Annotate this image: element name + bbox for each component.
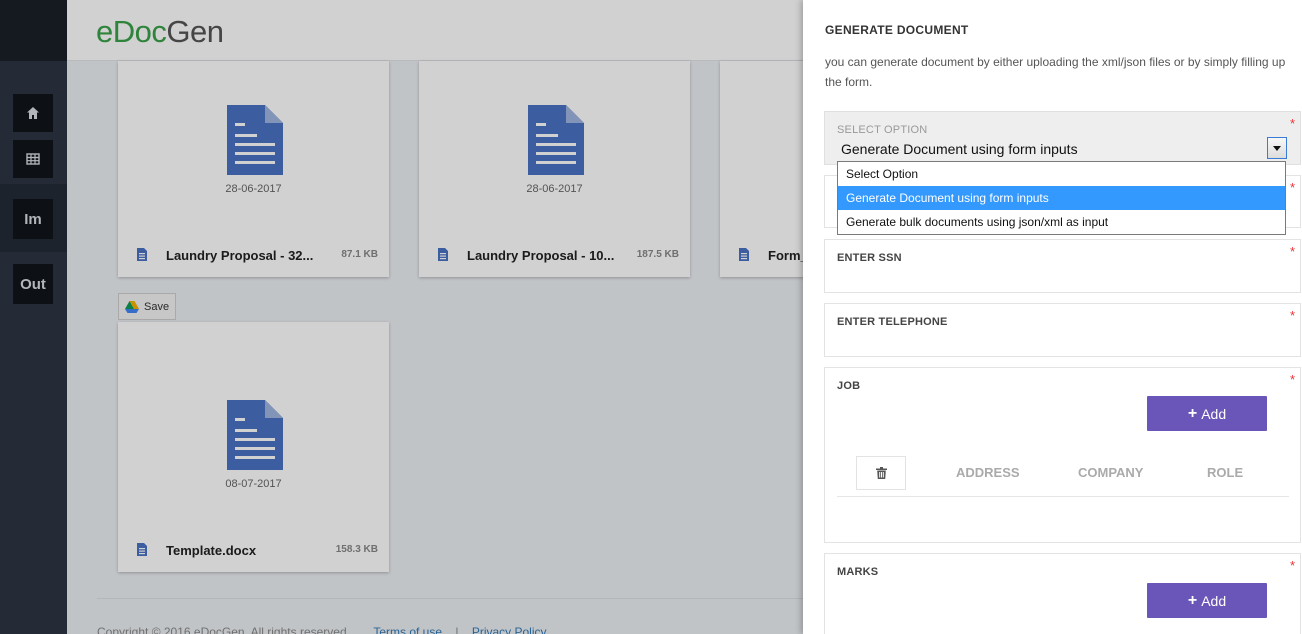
plus-icon: + (1187, 591, 1198, 609)
column-header-address: ADDRESS (956, 465, 1020, 480)
add-marks-button[interactable]: + Add (1147, 583, 1267, 618)
trash-icon (875, 467, 887, 479)
select-option-field[interactable]: SELECT OPTION * Generate Document using … (824, 111, 1301, 165)
chevron-down-icon (1273, 145, 1281, 151)
modal-backdrop[interactable] (0, 0, 803, 634)
required-marker: * (1289, 180, 1295, 195)
required-marker: * (1289, 558, 1295, 573)
dropdown-option[interactable]: Select Option (838, 162, 1285, 186)
telephone-field[interactable]: ENTER TELEPHONE * (824, 303, 1301, 357)
panel-description: you can generate document by either uplo… (825, 55, 1286, 89)
dropdown-option-selected[interactable]: Generate Document using form inputs (838, 186, 1285, 210)
panel-title: GENERATE DOCUMENT (825, 23, 969, 37)
telephone-label: ENTER TELEPHONE (837, 316, 948, 328)
dropdown-option[interactable]: Generate bulk documents using json/xml a… (838, 210, 1285, 234)
column-header-role: ROLE (1207, 465, 1244, 480)
ssn-field[interactable]: ENTER SSN * (824, 239, 1301, 293)
required-marker: * (1289, 372, 1295, 387)
job-table-divider (837, 496, 1289, 497)
job-field: JOB * + Add ADDRESS COMPANY ROLE (824, 367, 1301, 543)
marks-field: MARKS * + Add (824, 553, 1301, 634)
required-marker: * (1289, 116, 1295, 131)
plus-icon: + (1187, 404, 1198, 422)
generate-document-panel: GENERATE DOCUMENT you can generate docum… (803, 0, 1302, 634)
select-option-label: SELECT OPTION (837, 124, 928, 136)
select-option-dropdown[interactable]: Select Option Generate Document using fo… (837, 161, 1286, 235)
marks-label: MARKS (837, 566, 879, 578)
required-marker: * (1289, 244, 1295, 259)
column-header-company: COMPANY (1078, 465, 1144, 480)
add-label: Add (1201, 405, 1227, 422)
delete-row-button[interactable] (856, 456, 906, 490)
select-option-value: Generate Document using form inputs (841, 141, 1078, 157)
add-label: Add (1201, 592, 1227, 609)
job-label: JOB (837, 380, 861, 392)
add-job-button[interactable]: + Add (1147, 396, 1267, 431)
required-marker: * (1289, 308, 1295, 323)
dropdown-toggle[interactable] (1267, 137, 1287, 159)
ssn-label: ENTER SSN (837, 252, 902, 264)
